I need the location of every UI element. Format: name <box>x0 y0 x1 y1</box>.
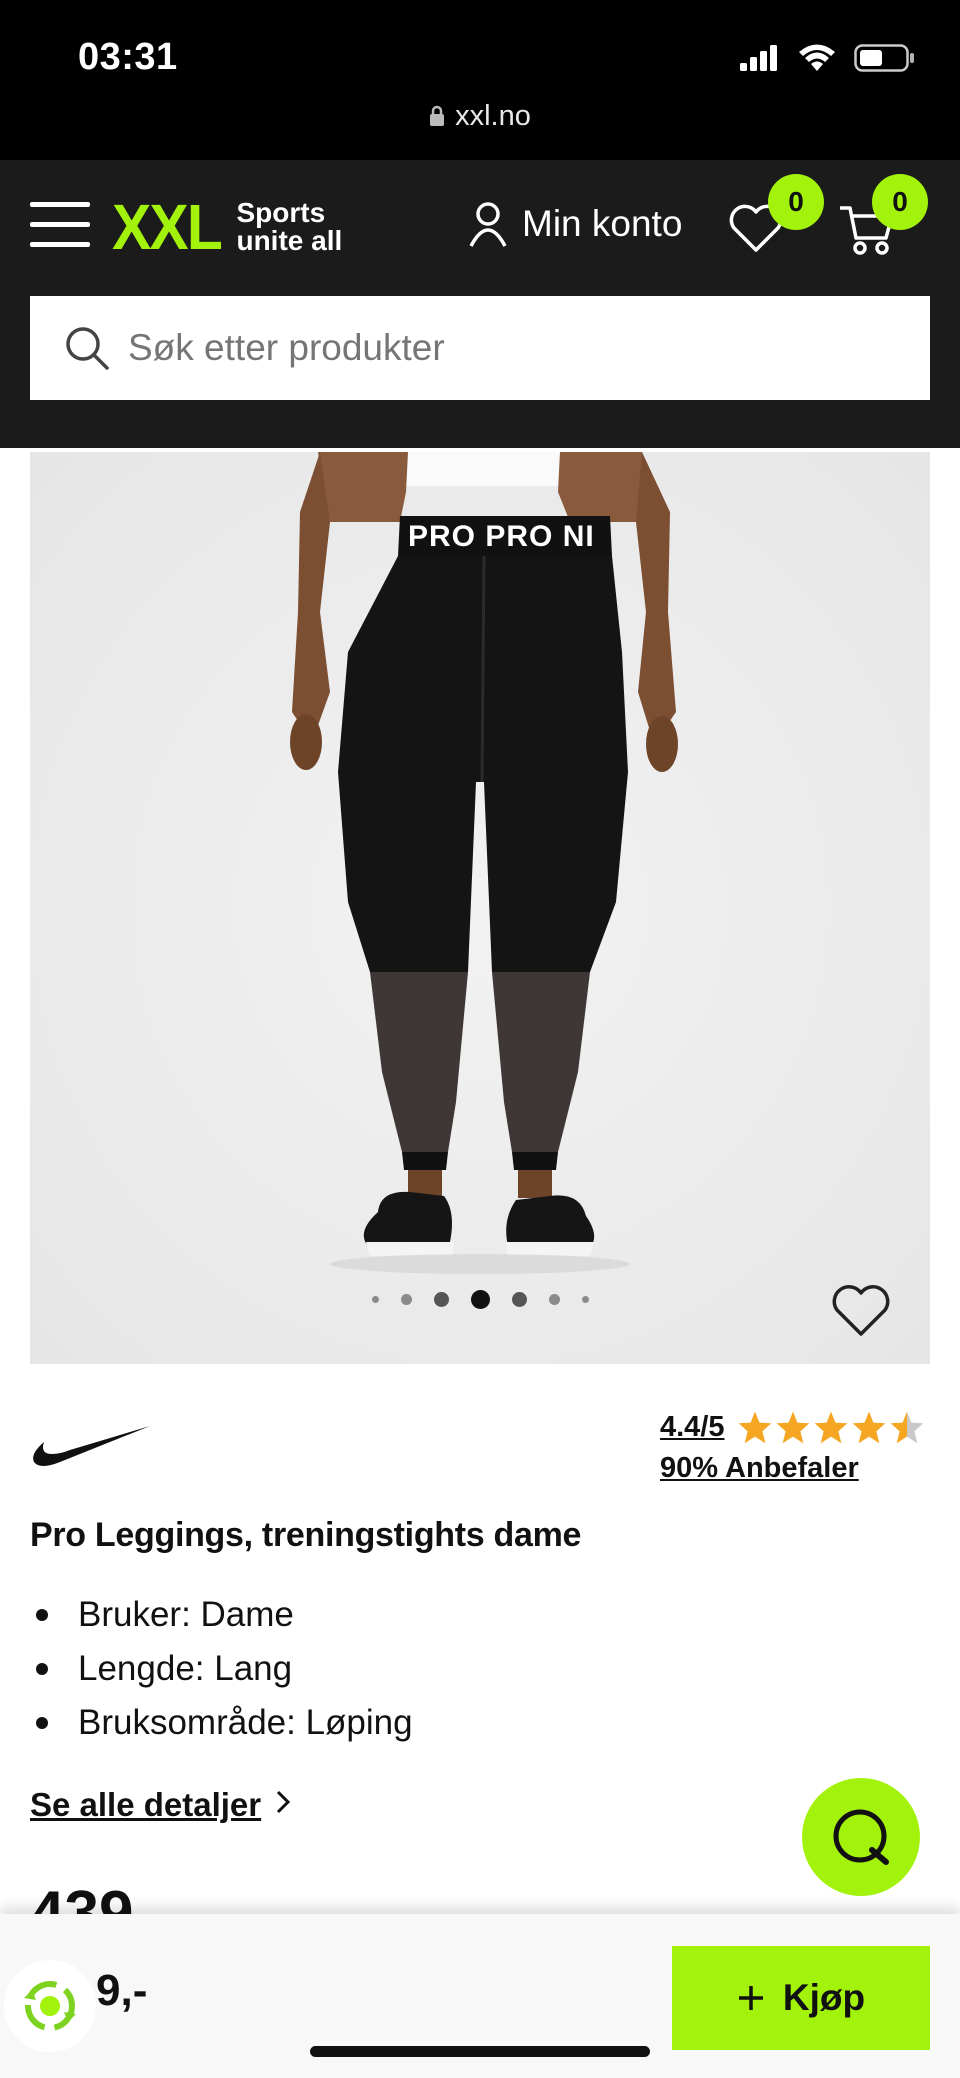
search-box[interactable] <box>30 296 930 400</box>
pagination-dot[interactable] <box>433 1292 449 1307</box>
pagination-dot-active[interactable] <box>470 1290 490 1309</box>
hamburger-icon[interactable] <box>30 202 90 248</box>
battery-icon <box>854 44 914 72</box>
gallery-pagination <box>30 1290 930 1309</box>
feature-item: Bruksområde: Løping <box>30 1696 413 1750</box>
star-rating <box>737 1410 925 1444</box>
user-icon <box>469 202 507 247</box>
buy-button[interactable]: Kjøp <box>672 1946 930 2050</box>
status-bar: 03:31 xxl.no <box>0 0 960 160</box>
url-bar[interactable]: xxl.no <box>0 100 960 135</box>
status-time: 03:31 <box>78 36 178 78</box>
home-indicator[interactable] <box>310 2046 650 2057</box>
rating-summary[interactable]: 4.4/5 90% Anbefaler <box>660 1410 925 1485</box>
signal-icon <box>740 45 777 71</box>
star-icon <box>738 1411 771 1444</box>
nike-swoosh-icon[interactable] <box>30 1424 152 1470</box>
plus-icon <box>738 1986 763 2010</box>
heart-outline-icon <box>832 1285 890 1336</box>
pagination-dot[interactable] <box>400 1294 412 1305</box>
rating-score[interactable]: 4.4/5 <box>660 1411 725 1444</box>
product-photo: PRO PRO NI <box>30 452 930 1364</box>
add-to-wishlist-button[interactable] <box>830 1282 892 1338</box>
search-input[interactable] <box>128 327 888 369</box>
logo-tagline: Sports unite all <box>236 197 343 256</box>
pagination-dot[interactable] <box>371 1296 379 1303</box>
url-text: xxl.no <box>455 100 531 132</box>
product-image-gallery[interactable]: PRO PRO NI <box>30 452 930 1364</box>
buy-button-label: Kjøp <box>782 1977 866 2018</box>
price-heading: 439 <box>30 1884 133 1914</box>
account-link[interactable]: Min konto <box>468 200 682 248</box>
account-label: Min konto <box>522 203 683 244</box>
logo-text: XXL <box>112 191 223 263</box>
pagination-dot[interactable] <box>581 1296 589 1303</box>
bottom-price: 9,- <box>96 1966 148 2015</box>
recycle-icon[interactable] <box>4 1960 96 2052</box>
star-icon <box>776 1411 809 1444</box>
recommend-rate[interactable]: 90% Anbefaler <box>660 1452 925 1485</box>
lock-icon <box>429 102 445 135</box>
feature-item: Lengde: Lang <box>30 1642 413 1696</box>
pagination-dot[interactable] <box>511 1292 527 1307</box>
chat-icon <box>833 1809 889 1865</box>
xxl-logo[interactable]: XXL Sports unite all <box>112 190 342 264</box>
star-half-icon <box>890 1411 923 1444</box>
feature-list: Bruker: Dame Lengde: Lang Bruksområde: L… <box>30 1588 413 1750</box>
search-icon <box>66 327 109 370</box>
product-title: Pro Leggings, treningstights dame <box>30 1516 582 1554</box>
chevron-right-icon <box>275 1786 291 1824</box>
wishlist-count-badge: 0 <box>768 174 824 230</box>
pagination-dot[interactable] <box>548 1294 560 1305</box>
feature-item: Bruker: Dame <box>30 1588 413 1642</box>
wifi-icon <box>799 44 835 71</box>
see-all-details-link[interactable]: Se alle detaljer <box>30 1786 291 1824</box>
status-icons <box>740 44 916 72</box>
cart-count-badge: 0 <box>872 174 928 230</box>
svg-text:PRO PRO NI: PRO PRO NI <box>408 520 595 553</box>
site-header: XXL Sports unite all Min konto 0 0 <box>0 160 960 448</box>
chat-button[interactable] <box>802 1778 920 1896</box>
star-icon <box>814 1411 847 1444</box>
details-link-label: Se alle detaljer <box>30 1786 262 1823</box>
star-icon <box>852 1411 885 1444</box>
